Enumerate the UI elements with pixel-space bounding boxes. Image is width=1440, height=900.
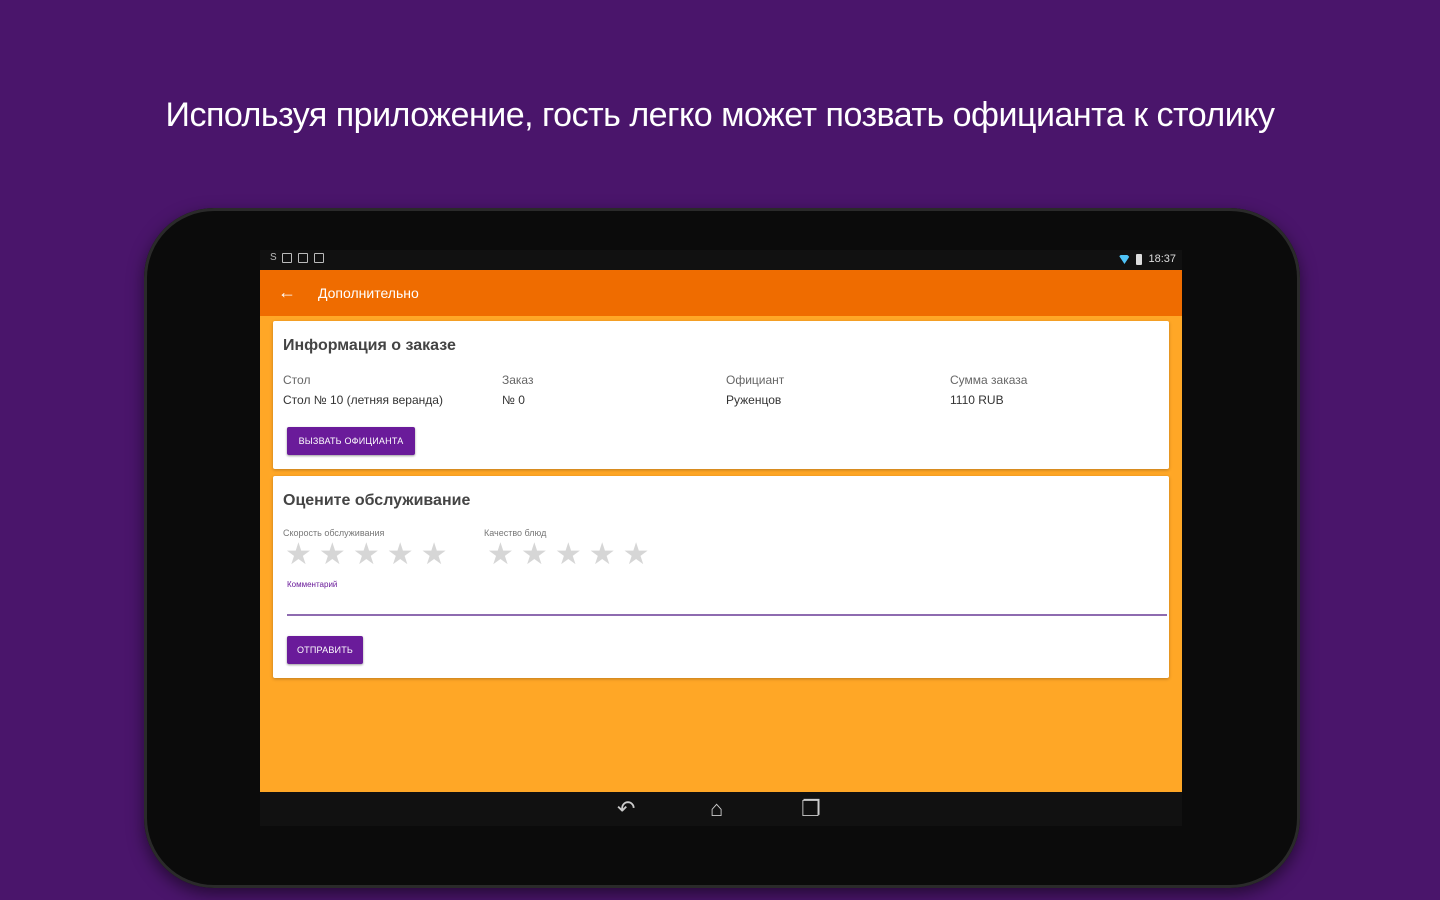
android-icon [314, 253, 324, 263]
order-info-title: Информация о заказе [283, 337, 456, 354]
star-icon[interactable]: ★ [623, 538, 650, 572]
status-notification-icons: S [270, 253, 324, 263]
back-nav-icon[interactable]: ↶ [617, 796, 635, 822]
comment-label: Комментарий [287, 580, 338, 589]
back-arrow-icon[interactable]: ← [278, 282, 296, 302]
promo-headline: Используя приложение, гость легко может … [165, 96, 1275, 134]
battery-icon [1136, 253, 1143, 265]
quality-rating-stars[interactable]: ★ ★ ★ ★ ★ [487, 538, 650, 572]
star-icon[interactable]: ★ [521, 538, 548, 572]
waiter-value: Руженцов [726, 393, 782, 407]
waiter-field: Официант Руженцов [726, 373, 936, 407]
app-toolbar: ← Дополнительно [260, 270, 1182, 316]
table-field: Стол Стол № 10 (летняя веранда) [283, 373, 493, 407]
rate-service-title: Оцените обслуживание [283, 492, 471, 509]
star-icon[interactable]: ★ [285, 538, 312, 572]
table-value: Стол № 10 (летняя веранда) [283, 393, 443, 407]
star-icon[interactable]: ★ [421, 538, 448, 572]
quality-rating-label: Качество блюд [484, 528, 547, 538]
star-icon[interactable]: ★ [353, 538, 380, 572]
recents-nav-icon[interactable]: ❐ [801, 796, 821, 822]
star-icon[interactable]: ★ [555, 538, 582, 572]
status-time: 18:37 [1148, 253, 1176, 265]
notification-icon: S [270, 252, 277, 263]
order-field: Заказ № 0 [502, 373, 712, 407]
status-system-icons: 18:37 [1118, 253, 1176, 265]
content-area: Информация о заказе Стол Стол № 10 (летн… [260, 316, 1182, 792]
star-icon[interactable]: ★ [319, 538, 346, 572]
order-info-card: Информация о заказе Стол Стол № 10 (летн… [273, 321, 1169, 469]
table-label: Стол [283, 373, 311, 387]
star-icon[interactable]: ★ [387, 538, 414, 572]
gallery-icon [298, 253, 308, 263]
comment-input[interactable] [287, 592, 1167, 616]
waiter-label: Официант [726, 373, 785, 387]
image-icon [282, 253, 292, 263]
tablet-screen: S 18:37 ← Дополнительно Информация о зак… [260, 250, 1182, 826]
rate-service-card: Оцените обслуживание Скорость обслуживан… [273, 476, 1169, 678]
star-icon[interactable]: ★ [589, 538, 616, 572]
call-waiter-button[interactable]: вызвать официанта [287, 427, 415, 455]
android-nav-bar: ↶ ⌂ ❐ [260, 792, 1182, 826]
order-sum-field: Сумма заказа 1110 RUB [950, 373, 1160, 407]
toolbar-title: Дополнительно [318, 285, 419, 301]
order-label: Заказ [502, 373, 534, 387]
order-sum-label: Сумма заказа [950, 373, 1028, 387]
wifi-icon [1118, 255, 1131, 264]
status-bar: S 18:37 [260, 250, 1182, 270]
send-button[interactable]: отправить [287, 636, 363, 664]
home-nav-icon[interactable]: ⌂ [710, 796, 723, 822]
star-icon[interactable]: ★ [487, 538, 514, 572]
speed-rating-stars[interactable]: ★ ★ ★ ★ ★ [285, 538, 448, 572]
speed-rating-label: Скорость обслуживания [283, 528, 385, 538]
order-sum-value: 1110 RUB [950, 393, 1004, 407]
order-value: № 0 [502, 393, 525, 407]
